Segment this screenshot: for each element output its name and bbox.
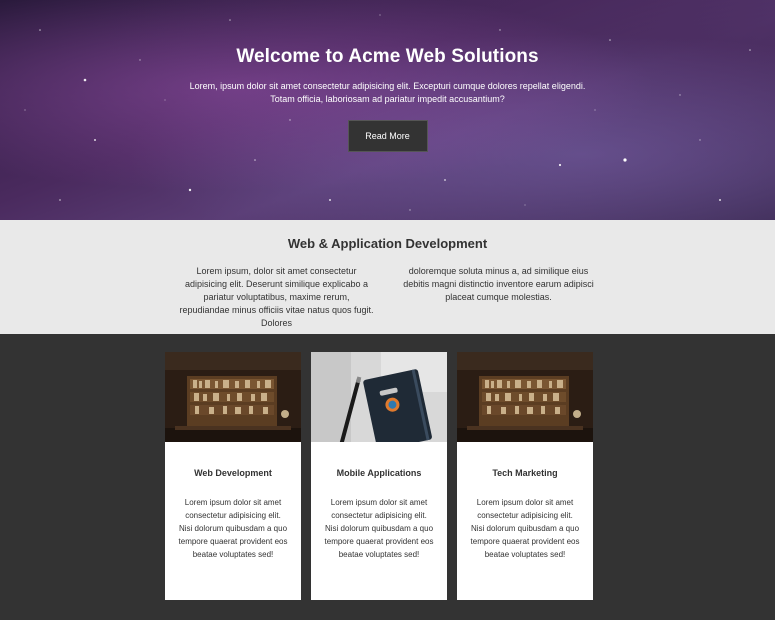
cards-row: Web Development Lorem ipsum dolor sit am… bbox=[165, 352, 593, 600]
read-more-button[interactable]: Read More bbox=[347, 120, 428, 152]
cards-section: Web Development Lorem ipsum dolor sit am… bbox=[0, 334, 775, 620]
card-web-development[interactable]: Web Development Lorem ipsum dolor sit am… bbox=[165, 352, 301, 600]
services-columns: Lorem ipsum, dolor sit amet consectetur … bbox=[178, 265, 598, 330]
services-column-right: doloremque soluta minus a, ad similique … bbox=[403, 266, 594, 302]
card-tech-marketing[interactable]: Tech Marketing Lorem ipsum dolor sit ame… bbox=[457, 352, 593, 600]
services-column-left: Lorem ipsum, dolor sit amet consectetur … bbox=[179, 266, 374, 328]
card-text: Lorem ipsum dolor sit amet consectetur a… bbox=[178, 498, 288, 559]
hero-title: Welcome to Acme Web Solutions bbox=[236, 46, 539, 67]
card-text: Lorem ipsum dolor sit amet consectetur a… bbox=[470, 498, 580, 559]
hero-text: Lorem, ipsum dolor sit amet consectetur … bbox=[189, 81, 586, 104]
card-title: Tech Marketing bbox=[492, 468, 558, 478]
card-text: Lorem ipsum dolor sit amet consectetur a… bbox=[324, 498, 434, 559]
card-mobile-applications[interactable]: Mobile Applications Lorem ipsum dolor si… bbox=[311, 352, 447, 600]
bookshelf-image bbox=[165, 352, 301, 442]
services-section: Web & Application Development Lorem ipsu… bbox=[0, 220, 775, 334]
services-title: Web & Application Development bbox=[287, 236, 488, 251]
notebook-pen-image bbox=[311, 352, 447, 442]
hero-section: Welcome to Acme Web Solutions Lorem, ips… bbox=[0, 0, 775, 220]
card-title: Web Development bbox=[194, 468, 272, 478]
bookshelf-image bbox=[457, 352, 593, 442]
card-title: Mobile Applications bbox=[336, 468, 422, 478]
